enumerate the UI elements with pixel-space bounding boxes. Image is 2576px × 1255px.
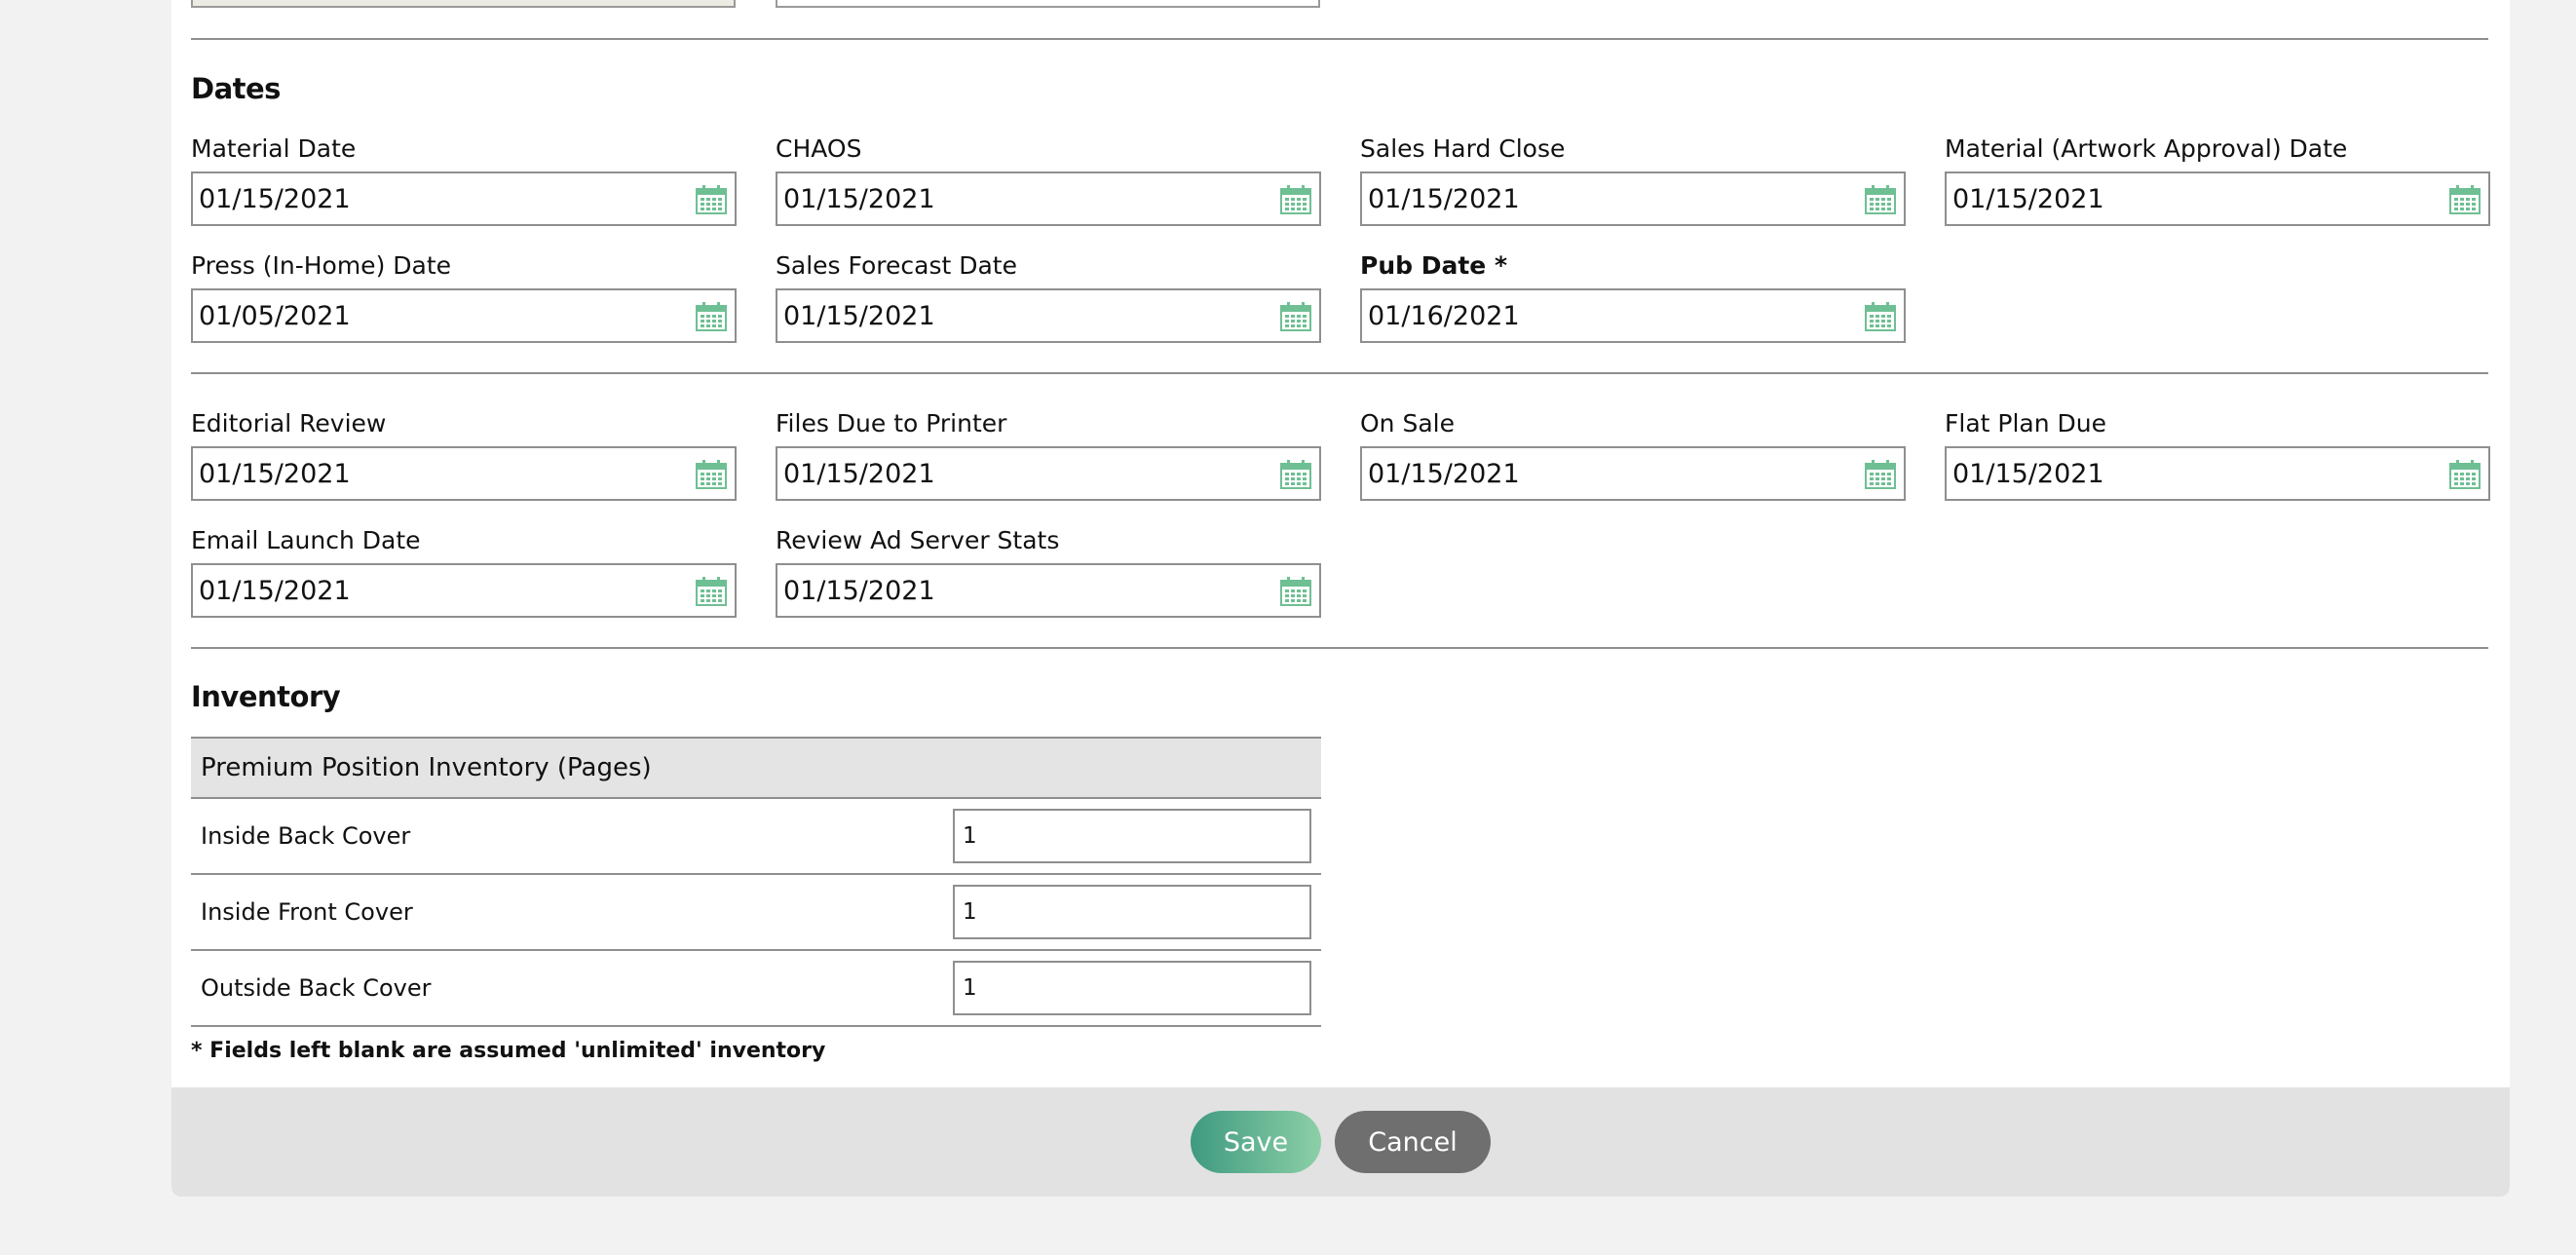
date-input-box[interactable] <box>1360 171 1906 226</box>
editorial-review-field: Editorial Review <box>191 409 737 501</box>
press-in-home-field: Press (In-Home) Date <box>191 251 737 343</box>
calendar-icon[interactable] <box>696 185 727 214</box>
field-label: Press (In-Home) Date <box>191 251 452 280</box>
field-label: On Sale <box>1360 409 1455 437</box>
review-ad-server-field: Review Ad Server Stats <box>776 526 1321 618</box>
field-label: Flat Plan Due <box>1945 409 2107 437</box>
sales-forecast-field: Sales Forecast Date <box>776 251 1321 343</box>
date-input-box[interactable] <box>1360 446 1906 501</box>
inside-back-cover-input[interactable] <box>953 809 1311 863</box>
date-input-box[interactable] <box>191 288 737 343</box>
review-ad-server-input[interactable] <box>783 565 1241 616</box>
date-input-box[interactable] <box>776 446 1321 501</box>
sales-hard-close-field: Sales Hard Close <box>1360 134 1906 226</box>
field-label: Material Date <box>191 134 357 163</box>
calendar-icon[interactable] <box>2449 460 2481 489</box>
pub-date-field: Pub Date * <box>1360 251 1906 343</box>
inventory-table: Premium Position Inventory (Pages) Insid… <box>191 737 1321 1027</box>
email-launch-field: Email Launch Date <box>191 526 737 618</box>
on-sale-input[interactable] <box>1368 448 1826 499</box>
outside-back-cover-input[interactable] <box>953 961 1311 1015</box>
field-label: Sales Forecast Date <box>776 251 1017 280</box>
divider <box>191 38 2488 40</box>
field-label: Email Launch Date <box>191 526 421 554</box>
material-date-field: Material Date <box>191 134 737 226</box>
calendar-icon[interactable] <box>696 460 727 489</box>
press-in-home-input[interactable] <box>199 290 657 341</box>
divider <box>191 372 2488 374</box>
divider <box>191 647 2488 649</box>
flat-plan-due-input[interactable] <box>1952 448 2410 499</box>
material-artwork-field: Material (Artwork Approval) Date <box>1945 134 2490 226</box>
inventory-row-label: Inside Front Cover <box>201 898 413 926</box>
field-label: Files Due to Printer <box>776 409 1007 437</box>
calendar-icon[interactable] <box>1865 185 1896 214</box>
calendar-icon[interactable] <box>1280 302 1311 331</box>
material-date-input[interactable] <box>199 173 657 224</box>
inventory-row-label: Inside Back Cover <box>201 822 411 850</box>
date-input-box[interactable] <box>191 563 737 618</box>
edit-panel: Dates Material Date CHAOS Sales Hard Clo… <box>171 0 2510 1197</box>
field-label: CHAOS <box>776 134 862 163</box>
date-input-box[interactable] <box>1945 171 2490 226</box>
date-input-box[interactable] <box>776 171 1321 226</box>
field-label: Sales Hard Close <box>1360 134 1566 163</box>
pub-date-input[interactable] <box>1368 290 1826 341</box>
save-button[interactable]: Save <box>1191 1111 1321 1173</box>
cancel-button[interactable]: Cancel <box>1335 1111 1491 1173</box>
inside-front-cover-input[interactable] <box>953 885 1311 939</box>
inventory-row-label: Outside Back Cover <box>201 974 432 1002</box>
inventory-note: * Fields left blank are assumed 'unlimit… <box>191 1039 826 1063</box>
calendar-icon[interactable] <box>2449 185 2481 214</box>
chaos-field: CHAOS <box>776 134 1321 226</box>
date-input-box[interactable] <box>1360 288 1906 343</box>
calendar-icon[interactable] <box>1280 185 1311 214</box>
dates-section-title: Dates <box>191 72 281 105</box>
email-launch-input[interactable] <box>199 565 657 616</box>
top-field-stub-left[interactable] <box>191 0 736 8</box>
on-sale-field: On Sale <box>1360 409 1906 501</box>
sales-hard-close-input[interactable] <box>1368 173 1826 224</box>
field-label-required: Pub Date * <box>1360 251 1508 280</box>
form-footer: Save Cancel <box>171 1087 2510 1197</box>
table-row: Inside Front Cover <box>191 875 1321 951</box>
table-row: Outside Back Cover <box>191 951 1321 1027</box>
material-artwork-input[interactable] <box>1952 173 2410 224</box>
calendar-icon[interactable] <box>1865 460 1896 489</box>
calendar-icon[interactable] <box>696 302 727 331</box>
calendar-icon[interactable] <box>696 577 727 606</box>
top-field-stub-right[interactable] <box>776 0 1320 8</box>
files-due-printer-field: Files Due to Printer <box>776 409 1321 501</box>
inventory-table-header: Premium Position Inventory (Pages) <box>191 737 1321 799</box>
date-input-box[interactable] <box>1945 446 2490 501</box>
editorial-review-input[interactable] <box>199 448 657 499</box>
inventory-section-title: Inventory <box>191 680 341 713</box>
field-label: Editorial Review <box>191 409 387 437</box>
field-label: Material (Artwork Approval) Date <box>1945 134 2348 163</box>
sales-forecast-input[interactable] <box>783 290 1241 341</box>
calendar-icon[interactable] <box>1865 302 1896 331</box>
date-input-box[interactable] <box>191 171 737 226</box>
chaos-input[interactable] <box>783 173 1241 224</box>
field-label: Review Ad Server Stats <box>776 526 1060 554</box>
flat-plan-due-field: Flat Plan Due <box>1945 409 2490 501</box>
date-input-box[interactable] <box>191 446 737 501</box>
date-input-box[interactable] <box>776 288 1321 343</box>
files-due-printer-input[interactable] <box>783 448 1241 499</box>
calendar-icon[interactable] <box>1280 460 1311 489</box>
calendar-icon[interactable] <box>1280 577 1311 606</box>
table-row: Inside Back Cover <box>191 799 1321 875</box>
date-input-box[interactable] <box>776 563 1321 618</box>
